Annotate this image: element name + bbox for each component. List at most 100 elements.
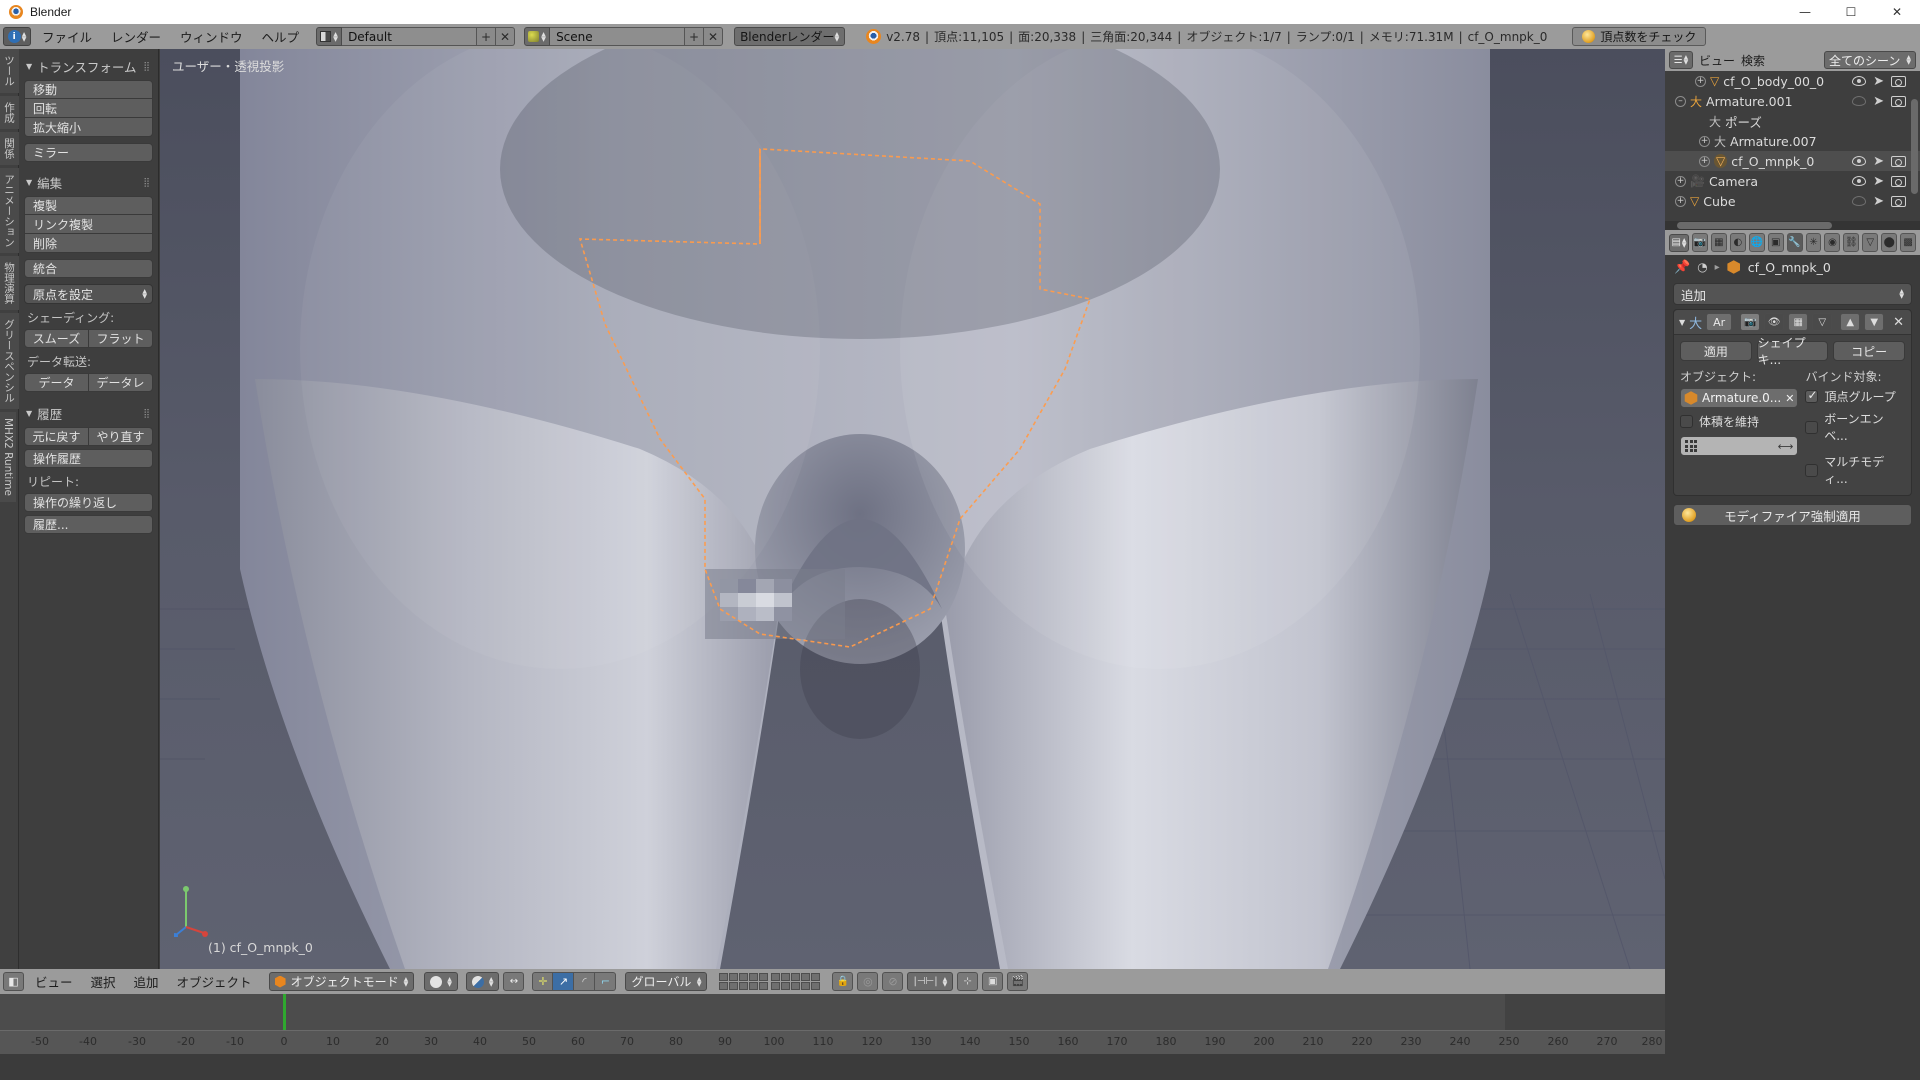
- viewport-menu-add[interactable]: 追加: [127, 970, 166, 993]
- edit-mode-visibility-toggle[interactable]: ▦: [1788, 313, 1809, 331]
- tab-create[interactable]: 作成: [0, 95, 19, 129]
- editor-type-selector[interactable]: i ▲ ▼: [3, 27, 31, 46]
- add-snap-target-button[interactable]: ⊹: [957, 972, 979, 991]
- timeline-editor[interactable]: -50 -40 -30 -20 -10 0 10 20 30 40 50 60 …: [0, 994, 1665, 1080]
- outliner-menu-view[interactable]: ビュー: [1699, 52, 1735, 69]
- render-preview-button[interactable]: ▣: [982, 972, 1004, 991]
- add-scene-button[interactable]: +: [685, 27, 705, 46]
- viewport-shading-dropdown[interactable]: ▲ ▼: [424, 972, 458, 991]
- outliner-horizontal-scrollbar[interactable]: [1665, 221, 1920, 230]
- scene-name[interactable]: Scene: [550, 27, 686, 46]
- renderability-toggle-icon[interactable]: [1891, 175, 1906, 187]
- triangle-down-icon[interactable]: ▼: [1679, 318, 1685, 327]
- scene-layers-widget[interactable]: [719, 973, 821, 990]
- outliner-row-cf-o-body-00-0[interactable]: + ▽ cf_O_body_00_0 ➤: [1665, 71, 1920, 91]
- layer-group-1[interactable]: [719, 973, 769, 990]
- visibility-toggle-icon[interactable]: [1852, 96, 1867, 106]
- multi-modifier-row[interactable]: マルチモディ...: [1805, 453, 1905, 487]
- tab-relations[interactable]: 関係: [0, 131, 19, 165]
- transfer-data-button[interactable]: データ: [24, 373, 89, 392]
- renderability-toggle-icon[interactable]: [1891, 195, 1906, 207]
- tool-rotate[interactable]: 回転: [24, 99, 153, 118]
- viewport-menu-view[interactable]: ビュー: [28, 970, 80, 993]
- tab-world[interactable]: 🌐: [1748, 233, 1765, 252]
- tab-material[interactable]: ⬤: [1881, 233, 1898, 252]
- undo-button[interactable]: 元に戻す: [24, 427, 89, 446]
- tool-join[interactable]: 統合: [24, 259, 153, 278]
- tab-tools[interactable]: ツール: [0, 49, 19, 93]
- panel-header-transform[interactable]: ▼ トランスフォーム ⣿: [24, 53, 153, 80]
- expand-icon[interactable]: +: [1675, 175, 1686, 187]
- proportional-edit-button[interactable]: ◎: [857, 972, 879, 991]
- on-cage-toggle[interactable]: ▽: [1812, 313, 1833, 331]
- history-list-button[interactable]: 操作履歴: [24, 449, 153, 468]
- viewport-menu-select[interactable]: 選択: [84, 970, 123, 993]
- preserve-volume-row[interactable]: 体積を維持: [1680, 413, 1798, 430]
- vertex-groups-checkbox[interactable]: [1805, 388, 1819, 403]
- tool-mirror[interactable]: ミラー: [24, 143, 153, 162]
- swap-icon[interactable]: ⟷: [1778, 440, 1794, 453]
- outliner-scrollbar[interactable]: [1911, 99, 1918, 194]
- tab-data[interactable]: ▽: [1862, 233, 1879, 252]
- vertex-groups-row[interactable]: 頂点グループ: [1805, 388, 1905, 405]
- outliner[interactable]: + ▽ cf_O_body_00_0 ➤ – 大 Armature.001 ➤ …: [1665, 71, 1920, 221]
- editor-type-selector-outliner[interactable]: ☰ ▲ ▼: [1669, 51, 1693, 69]
- outliner-display-mode-dropdown[interactable]: 全てのシーン ▲ ▼: [1824, 51, 1916, 69]
- apply-modifier-button[interactable]: 適用: [1680, 341, 1752, 361]
- transform-orientation-dropdown[interactable]: グローバル ▲ ▼: [625, 972, 708, 991]
- timeline-keyframe-area[interactable]: [0, 1054, 1665, 1080]
- tab-object[interactable]: ▣: [1767, 233, 1784, 252]
- renderability-toggle-icon[interactable]: [1891, 95, 1906, 107]
- menu-window[interactable]: ウィンドウ: [172, 25, 251, 48]
- interaction-mode-dropdown[interactable]: オブジェクトモード ▲ ▼: [268, 972, 415, 991]
- tab-physics[interactable]: 物理演算: [0, 256, 19, 310]
- outliner-menu-search[interactable]: 検索: [1741, 52, 1765, 69]
- tool-duplicate[interactable]: 複製: [24, 196, 153, 215]
- close-button[interactable]: ✕: [1874, 0, 1920, 24]
- 3d-viewport[interactable]: ユーザー・透視投影 (1) cf_O_mnpk_0: [160, 49, 1665, 969]
- selectability-toggle-icon[interactable]: ➤: [1873, 154, 1884, 169]
- redo-button[interactable]: やり直す: [89, 427, 153, 446]
- menu-render[interactable]: レンダー: [103, 25, 169, 48]
- pivot-point-dropdown[interactable]: ▲ ▼: [465, 972, 500, 991]
- delete-layout-button[interactable]: ✕: [496, 27, 516, 46]
- modifier-name-field[interactable]: Ar: [1706, 313, 1733, 331]
- bone-envelopes-row[interactable]: ボーンエンベ...: [1805, 410, 1905, 444]
- scene-selector[interactable]: ▲ ▼ Scene + ✕: [524, 27, 724, 46]
- tab-scene[interactable]: ◐: [1729, 233, 1746, 252]
- selectability-toggle-icon[interactable]: ➤: [1873, 194, 1884, 209]
- tab-constraints[interactable]: ⛓: [1843, 233, 1860, 252]
- close-icon[interactable]: ✕: [1893, 315, 1904, 330]
- tool-move[interactable]: 移動: [24, 80, 153, 99]
- outliner-row-cf-o-mnpk-0[interactable]: + ▽ cf_O_mnpk_0 ➤: [1665, 151, 1920, 171]
- menu-help[interactable]: ヘルプ: [254, 25, 308, 48]
- editor-type-selector-properties[interactable]: ▤ ▲ ▼: [1669, 233, 1690, 252]
- copy-modifier-button[interactable]: コピー: [1833, 341, 1906, 361]
- menu-file[interactable]: ファイル: [34, 25, 100, 48]
- visibility-toggle-icon[interactable]: [1852, 156, 1867, 166]
- tab-render[interactable]: 📷: [1692, 233, 1708, 252]
- translate-manipulator-button[interactable]: ✛: [532, 972, 554, 991]
- viewport-visibility-toggle[interactable]: 👁: [1764, 313, 1785, 331]
- timeline-ruler[interactable]: -50 -40 -30 -20 -10 0 10 20 30 40 50 60 …: [0, 1030, 1665, 1054]
- panel-header-edit[interactable]: ▼ 編集 ⣿: [24, 169, 153, 196]
- add-modifier-dropdown[interactable]: 追加 ▲ ▼: [1673, 283, 1912, 305]
- expand-icon[interactable]: +: [1695, 75, 1706, 87]
- screen-layout-name[interactable]: Default: [342, 27, 478, 46]
- repeat-history-button[interactable]: 履歴...: [24, 515, 153, 534]
- panel-header-history[interactable]: ▼ 履歴 ⣿: [24, 400, 153, 427]
- render-opengl-button[interactable]: 🎬: [1007, 972, 1029, 991]
- clear-object-icon[interactable]: ✕: [1785, 392, 1794, 405]
- tool-duplicate-linked[interactable]: リンク複製: [24, 215, 153, 234]
- tab-physics[interactable]: ◉: [1824, 233, 1841, 252]
- delete-scene-button[interactable]: ✕: [704, 27, 724, 46]
- editor-type-selector-3dview[interactable]: ◧: [3, 972, 24, 991]
- shade-flat-button[interactable]: フラット: [89, 329, 153, 348]
- maximize-button[interactable]: ☐: [1828, 0, 1874, 24]
- render-visibility-toggle[interactable]: 📷: [1740, 313, 1761, 331]
- screen-layout-selector[interactable]: ▲ ▼ Default + ✕: [316, 27, 516, 46]
- tool-scale[interactable]: 拡大縮小: [24, 118, 153, 137]
- add-layout-button[interactable]: +: [477, 27, 497, 46]
- visibility-toggle-icon[interactable]: [1852, 176, 1867, 186]
- tool-delete[interactable]: 削除: [24, 234, 153, 253]
